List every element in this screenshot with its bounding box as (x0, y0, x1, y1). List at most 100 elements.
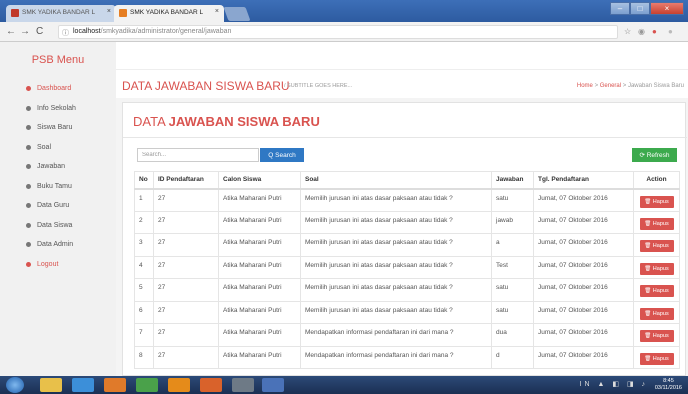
panel-title-bold: JAWABAN SISWA BARU (168, 114, 320, 129)
cell-tgl: Jumat, 07 Oktober 2016 (533, 323, 634, 347)
cell-id: 27 (153, 188, 219, 212)
hapus-button[interactable]: 🗑 Hapus (639, 240, 674, 252)
file-explorer-icon[interactable] (40, 378, 62, 392)
main-content: DATA JAWABAN SISWA BARU / SUBTITLE GOES … (116, 42, 688, 376)
column-header-id[interactable]: ID Pendaftaran (153, 171, 219, 190)
table-row: 4 27 Atika Maharani Putri Memilih jurusan i… (134, 255, 680, 279)
forward-icon[interactable]: → (20, 26, 30, 37)
cell-id: 27 (153, 255, 219, 279)
extension-icon[interactable]: ● (652, 27, 657, 36)
maximize-button[interactable]: □ (630, 2, 650, 15)
minimize-button[interactable]: – (610, 2, 630, 15)
tab-close-icon[interactable]: × (107, 8, 111, 15)
clock[interactable]: 8:45 03/11/2016 (655, 378, 682, 392)
cell-calon-siswa: Atika Maharani Putri (218, 323, 301, 347)
hapus-button[interactable]: 🗑 Hapus (639, 195, 674, 208)
cell-jawaban: satu (491, 188, 534, 212)
breadcrumb-home-link[interactable]: Home (577, 83, 593, 89)
cell-calon-siswa: Atika Maharani Putri (218, 188, 301, 212)
app-icon[interactable] (232, 378, 254, 392)
cell-id: 27 (153, 323, 219, 347)
cell-soal: Memilih jurusan ini atas dasar paksaan a… (300, 300, 492, 324)
url-host: localhost (73, 28, 101, 35)
sidebar-item-siswa-baru[interactable]: Siswa Baru (0, 119, 116, 139)
internet-explorer-icon[interactable] (72, 378, 94, 392)
bookmark-star-icon[interactable]: ☆ (624, 27, 631, 36)
tab-close-icon[interactable]: × (215, 8, 219, 15)
cell-soal: Memilih jurusan ini atas dasar paksaan a… (300, 210, 492, 234)
top-navbar (116, 42, 688, 70)
bullet-icon (26, 203, 31, 208)
search-button[interactable]: Q Search (260, 148, 304, 162)
table-row: 1 27 Atika Maharani Putri Memilih jurusan i… (134, 188, 680, 212)
site-info-icon[interactable]: ⓘ (62, 28, 69, 38)
back-icon[interactable]: ← (6, 26, 16, 37)
reload-icon[interactable]: C (36, 26, 43, 37)
sidebar-item-logout[interactable]: Logout (0, 256, 116, 276)
table-header-row: No ID Pendaftaran Calon Siswa Soal Jawab… (134, 171, 680, 190)
start-button[interactable] (6, 377, 24, 393)
table-row: 6 27 Atika Maharani Putri Memilih jurusan i… (134, 300, 680, 324)
cell-calon-siswa: Atika Maharani Putri (218, 300, 301, 324)
cell-tgl: Jumat, 07 Oktober 2016 (533, 278, 634, 302)
hapus-button[interactable]: 🗑 Hapus (639, 330, 674, 342)
sidebar-item-label: Siswa Baru (37, 124, 73, 131)
language-indicator[interactable]: IN (580, 381, 593, 388)
system-tray[interactable]: IN ▲ ◧ ◨ ♪ (580, 380, 648, 388)
cell-no: 3 (134, 233, 154, 257)
sidebar-item-data-siswa[interactable]: Data Siswa (0, 217, 116, 237)
sidebar-item-data-guru[interactable]: Data Guru (0, 197, 116, 217)
url-path: /smkyadika/administrator/general/jawaban (100, 28, 232, 35)
sidebar-item-buku-tamu[interactable]: Buku Tamu (0, 178, 116, 198)
column-header-no[interactable]: No (134, 171, 154, 190)
sidebar-item-soal[interactable]: Soal (0, 139, 116, 159)
panel-title-light: DATA (133, 114, 169, 129)
cell-calon-siswa: Atika Maharani Putri (218, 210, 301, 234)
hapus-button[interactable]: 🗑 Hapus (639, 285, 674, 297)
sidebar-item-label: Data Siswa (37, 221, 73, 229)
column-header-tgl[interactable]: Tgl. Pendaftaran (533, 171, 634, 190)
breadcrumb-general-link[interactable]: General (600, 83, 621, 89)
cell-jawaban: a (491, 233, 534, 257)
bullet-icon (26, 242, 31, 247)
sidebar-item-label: Buku Tamu (37, 182, 72, 190)
cell-no: 1 (134, 188, 154, 212)
hapus-button[interactable]: 🗑 Hapus (639, 307, 674, 320)
sidebar-item-dashboard[interactable]: Dashboard (0, 80, 116, 100)
column-header-soal[interactable]: Soal (300, 171, 492, 190)
refresh-button[interactable]: ⟳ Refresh (632, 148, 677, 162)
media-player-icon[interactable] (104, 378, 126, 392)
app-icon[interactable] (168, 378, 190, 392)
chrome-icon[interactable] (136, 378, 158, 392)
cell-calon-siswa: Atika Maharani Putri (218, 278, 301, 302)
browser-tab-1[interactable]: SMK YADIKA BANDAR L × (6, 5, 116, 22)
sidebar-item-jawaban[interactable]: Jawaban (0, 158, 116, 178)
tab-title: SMK YADIKA BANDAR L (130, 9, 204, 16)
new-tab-button[interactable] (223, 7, 251, 21)
browser-tab-2-active[interactable]: SMK YADIKA BANDAR L × (114, 5, 224, 22)
search-input[interactable] (137, 148, 259, 162)
sidebar-item-info-sekolah[interactable]: Info Sekolah (0, 100, 116, 120)
text-editor-icon[interactable] (262, 378, 284, 392)
sidebar-item-data-admin[interactable]: Data Admin (0, 236, 116, 256)
hapus-button[interactable]: 🗑 Hapus (639, 352, 674, 365)
extension-icon[interactable]: ● (668, 27, 673, 36)
site-favicon-icon (11, 9, 19, 17)
page-title: DATA JAWABAN SISWA BARU (122, 79, 290, 93)
hapus-button[interactable]: 🗑 Hapus (639, 262, 674, 275)
xampp-icon[interactable] (200, 378, 222, 392)
column-header-jawaban[interactable]: Jawaban (491, 171, 534, 190)
url-field[interactable]: ⓘ localhost/smkyadika/administrator/gene… (58, 25, 618, 39)
sidebar-item-label: Info Sekolah (37, 104, 76, 112)
hapus-button[interactable]: 🗑 Hapus (639, 217, 674, 230)
breadcrumb-current: Jawaban Siswa Baru (627, 83, 684, 89)
extension-icon[interactable]: ◉ (638, 27, 645, 36)
sidebar-brand[interactable]: PSB Menu (0, 42, 116, 80)
site-favicon-icon (119, 9, 127, 17)
sidebar-item-label: Logout (37, 260, 59, 268)
column-header-calon-siswa[interactable]: Calon Siswa (218, 171, 301, 190)
sidebar-item-label: Jawaban (37, 163, 66, 170)
cell-tgl: Jumat, 07 Oktober 2016 (533, 300, 634, 324)
answers-table: No ID Pendaftaran Calon Siswa Soal Jawab… (134, 171, 680, 369)
window-close-button[interactable]: × (650, 2, 684, 15)
